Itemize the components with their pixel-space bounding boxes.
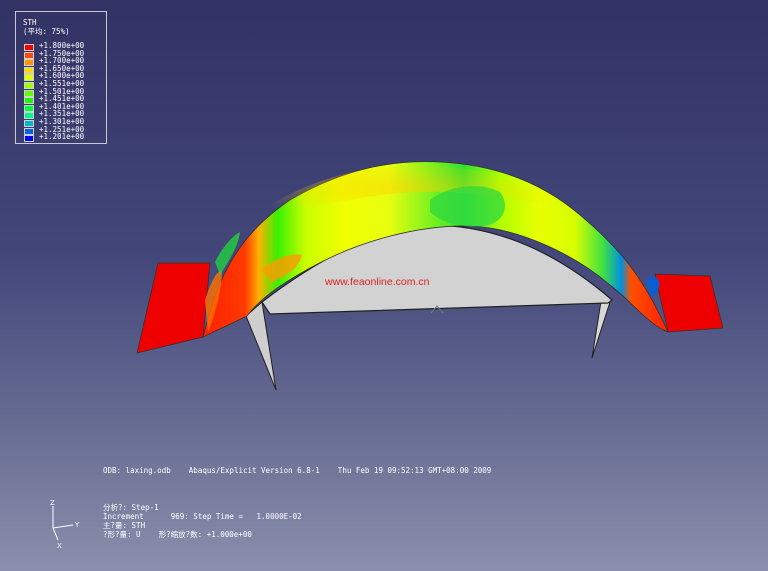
step-info-line-4: ?形?量: U 形?缩放?数: +1.000e+00	[103, 530, 252, 539]
left-flange	[136, 262, 211, 354]
die-left-wall	[245, 301, 277, 391]
right-flange	[654, 273, 724, 333]
step-info-line-2: Increment 969: Step Time = 1.0000E-02	[103, 512, 302, 521]
odb-info-line: ODB: laxing.odb Abaqus/Explicit Version …	[103, 466, 492, 475]
viewport[interactable]: STH (平均: 75%) +1.800e+00 +1.750e+00 +1.700…	[0, 0, 768, 571]
step-info-line-1: 分析?: Step-1	[103, 503, 159, 512]
step-info-line-3: 主?量: STH	[103, 521, 146, 530]
die-right-wall	[591, 294, 611, 359]
triad-z-label: Z	[50, 499, 55, 507]
coordinate-triad-icon: Z Y X	[50, 499, 80, 550]
watermark-text: www.feaonline.com.cn	[325, 276, 430, 288]
triad-x-label: X	[57, 542, 62, 550]
triad-y-label: Y	[74, 521, 80, 529]
